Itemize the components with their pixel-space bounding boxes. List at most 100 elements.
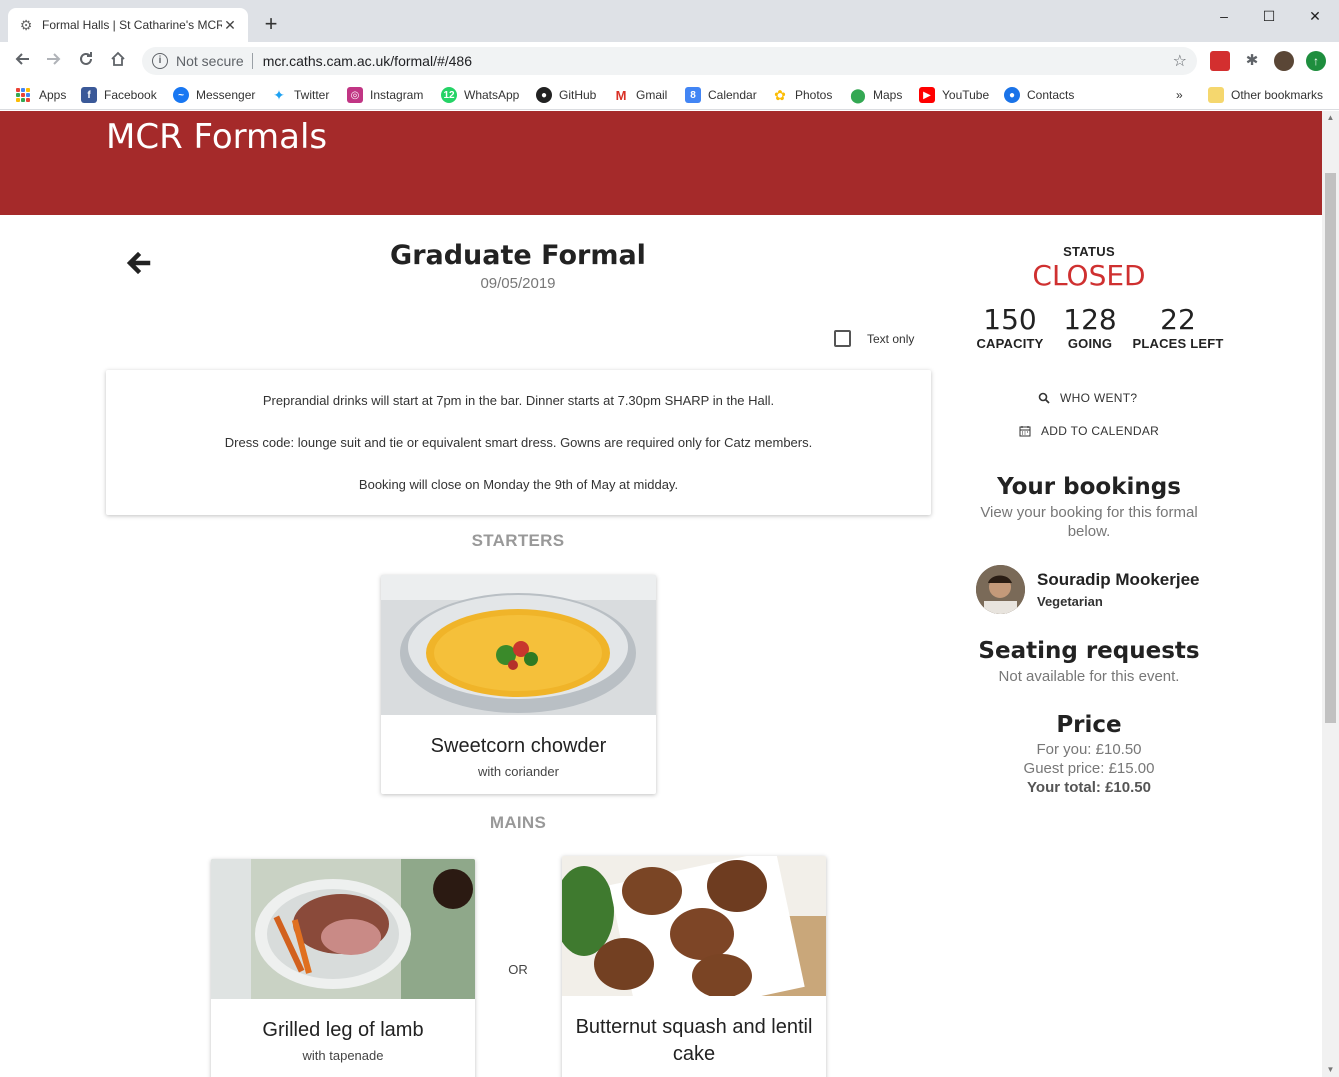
places-left-value: 22 [1160,303,1196,336]
maps-icon: ⬤ [850,86,866,103]
more-bookmarks-button[interactable]: » [1176,85,1183,105]
scroll-up-arrow[interactable]: ▲ [1322,111,1339,125]
bookmark-youtube[interactable]: ▶ YouTube [919,85,989,105]
capacity-label: CAPACITY [976,336,1044,351]
description-line: Booking will close on Monday the 9th of … [358,477,679,492]
back-arrow-icon [126,251,151,275]
status-value: CLOSED [1032,259,1146,292]
tab-strip: ⚙ Formal Halls | St Catharine's MCR ✕ + … [0,0,1339,42]
status-label: STATUS [1063,244,1115,259]
search-icon [1038,392,1050,404]
capacity-stat: 150 CAPACITY [970,303,1050,351]
butternut-lentil-cake-image [562,856,826,996]
bookmark-facebook[interactable]: f Facebook [81,85,157,105]
scroll-down-arrow[interactable]: ▼ [1322,1063,1339,1077]
text-only-checkbox[interactable] [834,330,851,347]
whatsapp-icon: 12 [441,87,457,103]
event-title: Graduate Formal [390,240,646,271]
bookmark-messenger[interactable]: ~ Messenger [173,85,255,105]
places-left-stat: 22 PLACES LEFT [1128,303,1228,351]
facebook-icon: f [81,87,97,103]
bookmark-whatsapp[interactable]: 12 WhatsApp [441,85,519,105]
site-title[interactable]: MCR Formals [106,117,327,157]
forward-button[interactable] [41,48,67,74]
new-tab-button[interactable]: + [258,12,284,38]
who-went-button[interactable]: WHO WENT? [1038,391,1137,405]
bookmark-calendar[interactable]: 8 Calendar [685,85,757,105]
description-line: Dress code: lounge suit and tie or equiv… [224,435,813,450]
price-guest: Guest price: £15.00 [1023,760,1155,777]
not-secure-label: Not secure [176,53,244,69]
github-icon: ● [536,87,552,103]
minimize-button[interactable]: – [1201,4,1247,28]
scroll-thumb[interactable] [1325,173,1336,723]
back-button[interactable] [9,48,35,74]
reload-button[interactable] [73,48,99,74]
page-scrollbar[interactable]: ▲ ▼ [1322,111,1339,1077]
close-tab-icon[interactable]: ✕ [222,17,238,34]
dish-card[interactable]: Grilled leg of lamb with tapenade [211,859,475,1077]
maximize-button[interactable]: ☐ [1246,4,1292,28]
dish-name: Grilled leg of lamb [262,1019,424,1041]
add-to-calendar-button[interactable]: ADD TO CALENDAR [1019,424,1159,438]
dish-card[interactable]: Butternut squash and lentil cake [562,856,826,1077]
mains-heading: MAINS [489,813,547,832]
bookmark-apps[interactable]: Apps [16,85,66,105]
bookmark-maps[interactable]: ⬤ Maps [850,85,902,105]
bookmark-gmail[interactable]: M Gmail [613,85,668,105]
photos-icon: ✿ [774,86,786,103]
or-separator: OR [508,962,528,977]
back-link[interactable] [122,248,156,278]
twitter-icon: ✦ [273,86,285,103]
gmail-icon: M [615,87,627,103]
booking-entry[interactable]: Souradip Mookerjee Vegetarian [976,565,1199,614]
bookmark-photos[interactable]: ✿ Photos [772,85,832,105]
booker-diet: Vegetarian [1037,594,1103,609]
contacts-icon: ● [1004,87,1020,103]
apps-grid-icon [16,88,30,102]
event-description-card: Preprandial drinks will start at 7pm in … [106,370,931,515]
dish-card[interactable]: Sweetcorn chowder with coriander [381,575,656,794]
dish-name: Sweetcorn chowder [430,735,607,757]
dish-subtitle: with coriander [478,764,559,779]
bookmark-star-icon[interactable]: ☆ [1173,51,1187,71]
messenger-icon: ~ [173,87,189,103]
profile-avatar[interactable] [1274,51,1294,71]
bookmarks-bar: Apps f Facebook ~ Messenger ✦ Twitter ◎ … [0,80,1339,110]
your-bookings-heading: Your bookings [997,474,1181,500]
browser-tab[interactable]: ⚙ Formal Halls | St Catharine's MCR ✕ [8,8,248,42]
back-arrow-icon [15,53,29,65]
close-window-button[interactable]: ✕ [1292,4,1338,28]
capacity-value: 150 [983,303,1037,336]
avatar [976,565,1025,614]
other-bookmarks-folder[interactable]: Other bookmarks [1208,85,1323,105]
add-to-calendar-label: ADD TO CALENDAR [1041,424,1160,438]
page-viewport: MCR Formals Graduate Formal 09/05/2019 T… [0,111,1322,1077]
bookmark-github[interactable]: ● GitHub [536,85,596,105]
who-went-label: WHO WENT? [1060,391,1138,405]
forward-arrow-icon [47,53,61,65]
tab-title: Formal Halls | St Catharine's MCR [42,18,222,32]
extensions-puzzle-icon[interactable]: ✱ [1242,51,1262,71]
bookmark-twitter[interactable]: ✦ Twitter [271,85,329,105]
text-only-toggle[interactable]: Text only [834,330,914,347]
going-value: 128 [1063,303,1117,336]
price-for-you: For you: £10.50 [1036,741,1142,758]
instagram-icon: ◎ [347,87,363,103]
bookmark-instagram[interactable]: ◎ Instagram [347,85,423,105]
dish-name: Butternut squash and lentil cake [575,1016,813,1065]
price-heading: Price [1056,712,1122,738]
browser-toolbar: i Not secure mcr.caths.cam.ac.uk/formal/… [0,42,1339,80]
extension-red-icon[interactable] [1210,51,1230,71]
text-only-label: Text only [867,331,915,346]
address-bar[interactable]: i Not secure mcr.caths.cam.ac.uk/formal/… [142,47,1197,75]
info-icon[interactable]: i [152,53,168,69]
reload-icon [80,52,92,65]
update-icon[interactable]: ↑ [1306,51,1326,71]
folder-icon [1208,87,1224,103]
home-icon [111,51,125,66]
seating-requests-text: Not available for this event. [998,668,1180,685]
url-text[interactable]: mcr.caths.cam.ac.uk/formal/#/486 [263,53,1173,69]
bookmark-contacts[interactable]: ● Contacts [1004,85,1074,105]
home-button[interactable] [105,48,131,74]
